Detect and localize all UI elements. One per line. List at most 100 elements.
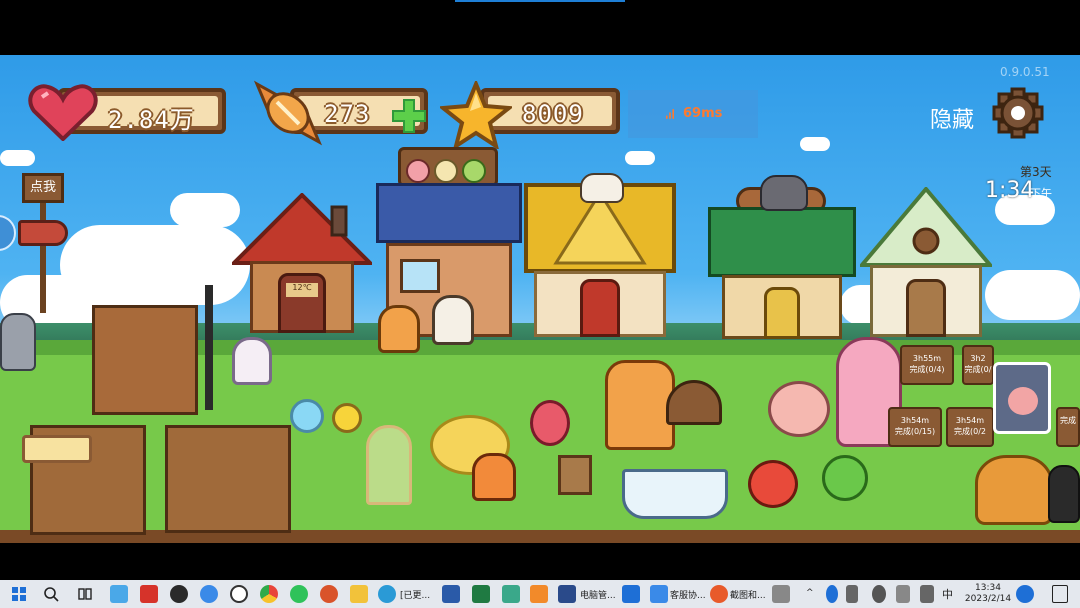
app-icon[interactable] xyxy=(622,585,640,603)
windows-start-icon[interactable] xyxy=(10,585,28,603)
qq-icon[interactable] xyxy=(170,585,188,603)
hearts-value: 2.84万 xyxy=(108,106,195,134)
side-menu-tab[interactable] xyxy=(0,215,16,251)
network-icon[interactable] xyxy=(872,585,886,603)
crystal-ball-lamp[interactable] xyxy=(290,399,324,433)
wooden-cabin[interactable] xyxy=(92,305,198,415)
game-clock-ampm: 下午 xyxy=(1030,187,1052,200)
green-house-door[interactable] xyxy=(764,287,800,339)
black-cat xyxy=(1048,465,1080,523)
red-roof-house[interactable]: 12℃ xyxy=(232,193,372,333)
apple-house[interactable] xyxy=(748,460,798,508)
powerpoint-icon[interactable] xyxy=(320,585,338,603)
folder-icon[interactable] xyxy=(350,585,368,603)
notification-icon[interactable] xyxy=(1052,585,1068,603)
bluetooth-icon[interactable] xyxy=(826,585,838,603)
cloud xyxy=(625,151,655,165)
heart-icon xyxy=(28,84,98,141)
wooden-chair[interactable] xyxy=(558,455,592,495)
edge-icon[interactable] xyxy=(378,585,396,603)
app-icon[interactable] xyxy=(530,585,548,603)
clover-plant[interactable] xyxy=(822,455,868,501)
tray-icon[interactable] xyxy=(896,585,910,603)
app-icon[interactable] xyxy=(110,585,128,603)
dango-ball xyxy=(406,159,430,183)
crop-timer-status: 完成(0/4) xyxy=(909,365,945,374)
hide-ui-button[interactable]: 隐藏 xyxy=(930,102,974,134)
wechat-icon[interactable] xyxy=(290,585,308,603)
version-label: 0.9.0.51 xyxy=(1000,65,1050,79)
greenhouse-door[interactable] xyxy=(906,279,946,337)
bird-cage[interactable] xyxy=(366,425,412,505)
lamp-post xyxy=(205,285,213,410)
cloud xyxy=(800,137,830,151)
app-icon[interactable] xyxy=(502,585,520,603)
cloud-drive-icon[interactable] xyxy=(200,585,218,603)
ping-value: 69ms xyxy=(683,106,723,121)
app-icon[interactable] xyxy=(710,585,728,603)
fox-character[interactable] xyxy=(472,453,516,501)
crop-timer[interactable]: 3h55m 完成(0/4) xyxy=(900,345,954,385)
word-icon[interactable] xyxy=(442,585,460,603)
app-icon[interactable] xyxy=(772,585,790,603)
house-door[interactable] xyxy=(278,273,326,333)
greenhouse-roof xyxy=(860,187,992,267)
add-candy-button[interactable] xyxy=(390,97,428,135)
tray-icon[interactable] xyxy=(846,585,858,603)
crop-timer[interactable]: 3h54m 完成(0/15) xyxy=(888,407,942,447)
taskbar-item-label[interactable]: 截图和... xyxy=(730,588,766,601)
paw-card-button[interactable] xyxy=(993,362,1051,434)
screen: 2.84万 273 8009 69ms 0.9.0.51 隐藏 第3天 1:34… xyxy=(0,0,1080,608)
game-viewport[interactable]: 2.84万 273 8009 69ms 0.9.0.51 隐藏 第3天 1:34… xyxy=(0,55,1080,543)
crop-timer-time: 3h2 xyxy=(970,354,986,363)
crop-timer-time: 3h55m xyxy=(912,354,942,363)
green-roof xyxy=(708,207,856,277)
flower-bouquet[interactable] xyxy=(530,400,570,446)
tap-me-sign[interactable]: 点我 xyxy=(22,173,64,203)
white-cat xyxy=(232,337,272,385)
chrome-icon[interactable] xyxy=(260,585,278,603)
taskbar-item-label[interactable]: 电脑管... xyxy=(580,588,616,601)
market-stall-right[interactable] xyxy=(165,425,291,533)
taskbar-date[interactable]: 2023/2/14 xyxy=(960,594,1016,604)
street-lamp[interactable] xyxy=(332,403,362,433)
crop-timer[interactable]: 3h2 完成(0/ xyxy=(962,345,994,385)
tray-icon[interactable] xyxy=(1016,585,1034,603)
task-view-icon[interactable] xyxy=(76,585,94,603)
yellow-house[interactable] xyxy=(524,183,676,337)
taskbar-item-label[interactable]: 客服协... xyxy=(670,588,706,601)
crop-timer[interactable]: 3h54m 完成(0/2 xyxy=(946,407,994,447)
pig-statue[interactable] xyxy=(768,381,830,437)
house-plaque: 12℃ xyxy=(286,283,318,297)
yellow-house-door[interactable] xyxy=(580,279,620,337)
greenhouse[interactable] xyxy=(860,187,992,337)
excel-icon[interactable] xyxy=(472,585,490,603)
cat-on-roof xyxy=(580,173,624,203)
search-icon[interactable] xyxy=(42,585,60,603)
crop-timer-status: 完成(0/15) xyxy=(894,427,936,436)
dango-ball xyxy=(462,159,486,183)
ime-indicator[interactable]: 中 xyxy=(942,586,953,602)
crop-timer-status: 完成(0/2 xyxy=(954,427,986,436)
taskbar-item-label[interactable]: [已更... xyxy=(400,588,430,601)
cloud xyxy=(0,150,35,166)
crop-timer[interactable]: 完成 xyxy=(1056,407,1080,447)
chevron-up-icon[interactable]: ^ xyxy=(806,588,814,598)
app-icon[interactable] xyxy=(558,585,576,603)
gray-cat xyxy=(0,313,36,371)
taskbar-time[interactable]: 13:34 xyxy=(968,582,1008,594)
bathtub[interactable] xyxy=(622,469,728,519)
app-icon[interactable] xyxy=(650,585,668,603)
carrot-house[interactable] xyxy=(975,455,1053,525)
stars-value: 8009 xyxy=(522,100,584,128)
gear-icon[interactable] xyxy=(992,87,1044,139)
megaphone-icon[interactable] xyxy=(18,220,68,246)
crop-timer-time: 3h54m xyxy=(900,416,930,425)
pdf-icon[interactable] xyxy=(140,585,158,603)
orange-cat-statue[interactable] xyxy=(605,360,675,450)
cloud xyxy=(170,193,240,227)
cloud xyxy=(985,270,1080,320)
paw-icon xyxy=(1008,387,1038,415)
volume-icon[interactable] xyxy=(920,585,934,603)
app-icon[interactable] xyxy=(230,585,248,603)
